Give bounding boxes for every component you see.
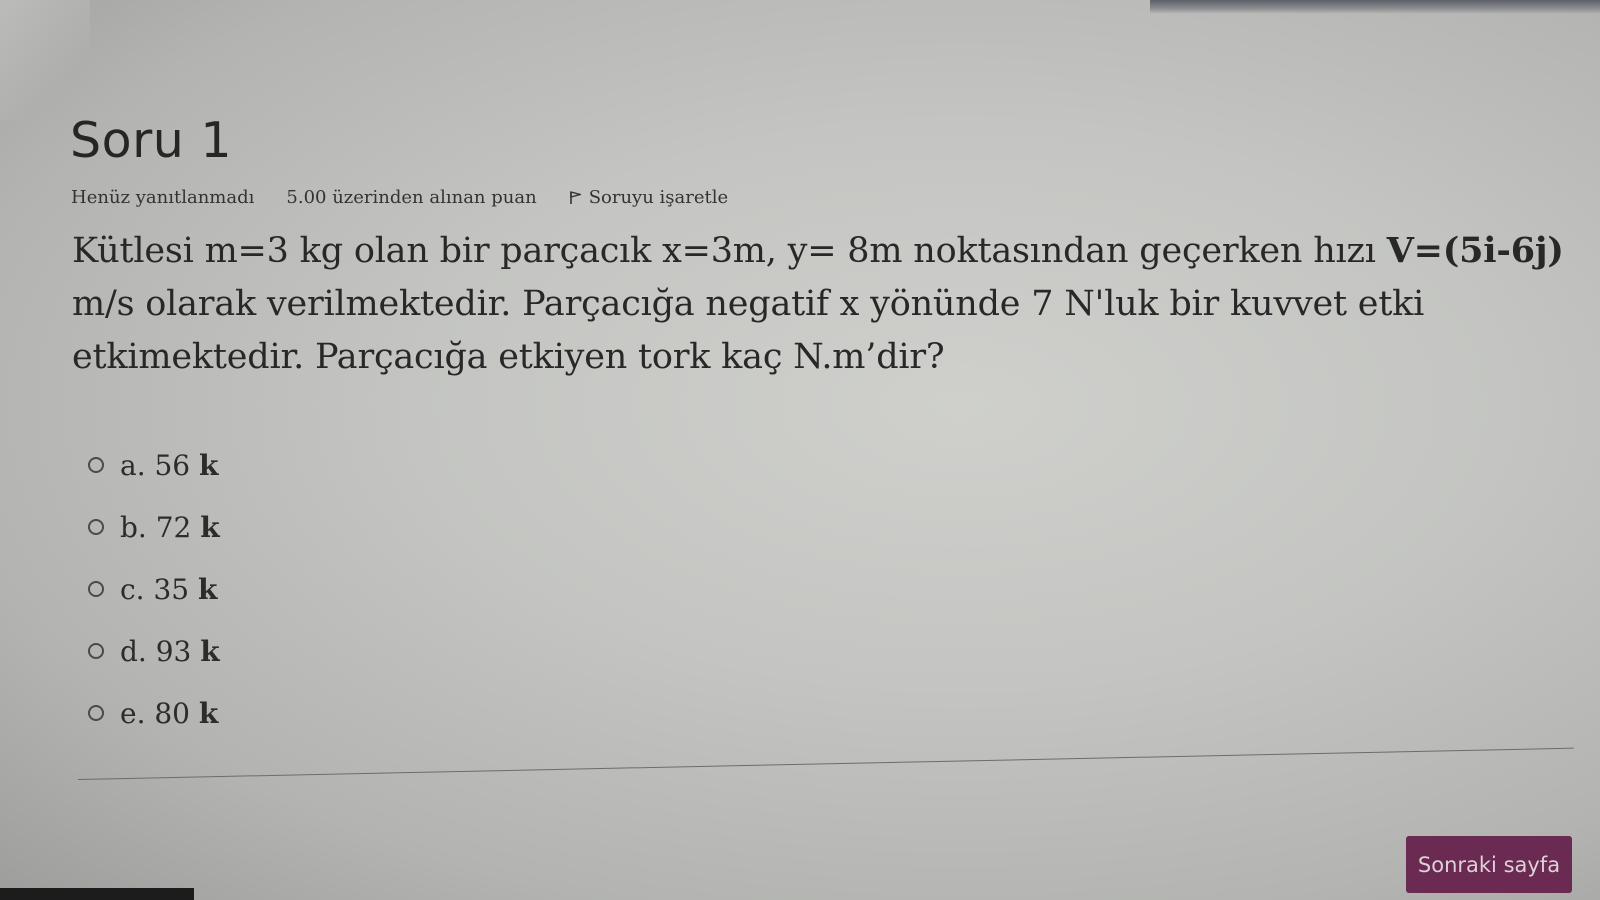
answer-unit-b: k — [200, 510, 220, 544]
question-info: Henüz yanıtlanmadı 5.00 üzerinden alınan… — [71, 187, 728, 208]
glare — [0, 0, 90, 120]
screen-top-edge — [1150, 0, 1600, 14]
flag-question-link[interactable]: Soruyu işaretle — [569, 187, 728, 208]
next-page-button[interactable]: Sonraki sayfa — [1406, 836, 1572, 893]
question-points: 5.00 üzerinden alınan puan — [286, 187, 537, 208]
answer-text-d: d. 93 — [120, 634, 201, 668]
question-text: Kütlesi m=3 kg olan bir parçacık x=3m, y… — [72, 224, 1572, 384]
answer-unit-d: k — [200, 634, 220, 668]
answer-label-e: e. 80 k — [120, 697, 218, 730]
answer-text-c: c. 35 — [120, 572, 199, 606]
answer-label-d: d. 93 k — [120, 635, 220, 668]
section-divider — [77, 747, 1574, 780]
radio-button-c[interactable] — [88, 581, 104, 597]
question-text-part2: m/s olarak verilmektedir. Parçacığa nega… — [72, 284, 1425, 377]
answer-text-b: b. 72 — [120, 510, 201, 544]
flag-question-label: Soruyu işaretle — [588, 187, 729, 208]
answer-unit-a: k — [199, 448, 219, 482]
question-text-part1: Kütlesi m=3 kg olan bir parçacık x=3m, y… — [72, 231, 1387, 271]
answer-option-e[interactable]: e. 80 k — [88, 682, 220, 744]
bottom-edge-bar — [0, 888, 194, 900]
radio-button-d[interactable] — [88, 643, 104, 659]
answer-option-b[interactable]: b. 72 k — [88, 496, 220, 558]
answer-label-c: c. 35 k — [120, 573, 217, 606]
radio-button-e[interactable] — [88, 705, 104, 721]
radio-button-b[interactable] — [88, 519, 104, 535]
flag-icon — [569, 190, 581, 204]
answer-text-a: a. 56 — [120, 448, 200, 482]
question-title: Soru 1 — [70, 112, 233, 169]
answer-option-d[interactable]: d. 93 k — [88, 620, 220, 682]
answer-option-c[interactable]: c. 35 k — [88, 558, 220, 620]
answer-text-e: e. 80 — [120, 696, 199, 730]
question-status: Henüz yanıtlanmadı — [71, 187, 255, 208]
radio-button-a[interactable] — [88, 457, 104, 473]
velocity-vector: V=(5i-6j) — [1386, 230, 1564, 271]
answer-list: a. 56 k b. 72 k c. 35 k d. 93 k e. 80 k — [88, 434, 220, 744]
answer-option-a[interactable]: a. 56 k — [88, 434, 220, 496]
answer-label-a: a. 56 k — [120, 449, 218, 482]
answer-label-b: b. 72 k — [120, 511, 220, 544]
answer-unit-c: k — [198, 572, 218, 606]
answer-unit-e: k — [198, 696, 219, 730]
